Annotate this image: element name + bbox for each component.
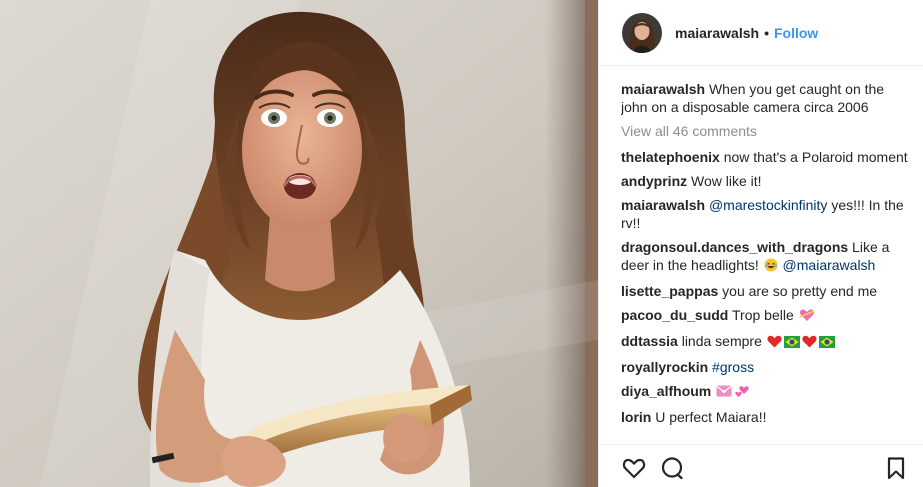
comment-text: Wow like it!: [691, 173, 762, 189]
caption-username[interactable]: maiarawalsh: [621, 81, 705, 97]
comment-text: Trop belle: [732, 307, 794, 323]
comment-username[interactable]: pacoo_du_sudd: [621, 307, 728, 323]
comment-mention[interactable]: @maiarawalsh: [783, 257, 876, 273]
avatar[interactable]: [622, 12, 662, 53]
comment-username[interactable]: diya_alfhoum: [621, 383, 711, 399]
comment-item: royallyrockin #gross: [621, 358, 909, 376]
red-heart-icon: [767, 334, 782, 352]
brazil-flag-icon: [783, 334, 800, 352]
comment-text: you are so pretty end me: [722, 283, 878, 299]
comment-item: ddtassia linda sempre: [621, 332, 909, 352]
follow-button[interactable]: Follow: [774, 25, 818, 41]
comment-username[interactable]: andyprinz: [621, 173, 687, 189]
love-letter-icon: [716, 384, 733, 402]
comment-username[interactable]: dragonsoul.dances_with_dragons: [621, 239, 848, 255]
comment-username[interactable]: thelatephoenix: [621, 149, 720, 165]
comment-item: lisette_pappas you are so pretty end me: [621, 282, 909, 300]
comment-item: andyprinz Wow like it!: [621, 172, 909, 190]
heart-with-ribbon-icon: [799, 308, 815, 326]
comment-item: maiarawalsh @marestockinfinity yes!!! In…: [621, 196, 909, 232]
instagram-post: maiarawalsh • Follow maiarawalsh When yo…: [0, 0, 923, 487]
comment-item: diya_alfhoum: [621, 382, 909, 402]
two-hearts-icon: [734, 384, 750, 402]
heart-icon[interactable]: [621, 455, 647, 481]
comment-text: linda sempre: [681, 333, 762, 349]
red-heart-icon: [802, 334, 817, 352]
comment-item: dragonsoul.dances_with_dragons Like a de…: [621, 238, 909, 276]
brazil-flag-icon: [818, 334, 835, 352]
comment-icon[interactable]: [659, 455, 685, 481]
view-all-comments-link[interactable]: View all 46 comments: [621, 122, 909, 140]
comment-username[interactable]: ddtassia: [621, 333, 678, 349]
post-photo[interactable]: [0, 0, 598, 487]
comment-text: U perfect Maiara!!: [655, 409, 767, 425]
header-separator: •: [764, 24, 769, 41]
comment-mention[interactable]: @marestockinfinity: [709, 197, 827, 213]
post-caption: maiarawalsh When you get caught on the j…: [621, 80, 909, 116]
comment-text: now that's a Polaroid moment: [723, 149, 908, 165]
header-username[interactable]: maiarawalsh: [675, 25, 759, 41]
post-header: maiarawalsh • Follow: [599, 0, 923, 66]
comment-username[interactable]: maiarawalsh: [621, 197, 705, 213]
comment-username[interactable]: lisette_pappas: [621, 283, 718, 299]
post-actions: [599, 444, 923, 487]
avatar-image: [622, 12, 662, 53]
photo-illustration: [0, 0, 598, 487]
comment-item: thelatephoenix now that's a Polaroid mom…: [621, 148, 909, 166]
comment-item: pacoo_du_sudd Trop belle: [621, 306, 909, 326]
bookmark-icon[interactable]: [883, 455, 909, 481]
tears-of-joy-icon: [764, 258, 778, 276]
comment-hashtag[interactable]: #gross: [712, 359, 754, 375]
comment-username[interactable]: royallyrockin: [621, 359, 708, 375]
post-sidebar: maiarawalsh • Follow maiarawalsh When yo…: [598, 0, 923, 487]
comment-username[interactable]: lorin: [621, 409, 651, 425]
comments-list[interactable]: maiarawalsh When you get caught on the j…: [621, 80, 909, 445]
comment-item: lorin U perfect Maiara!!: [621, 408, 909, 426]
